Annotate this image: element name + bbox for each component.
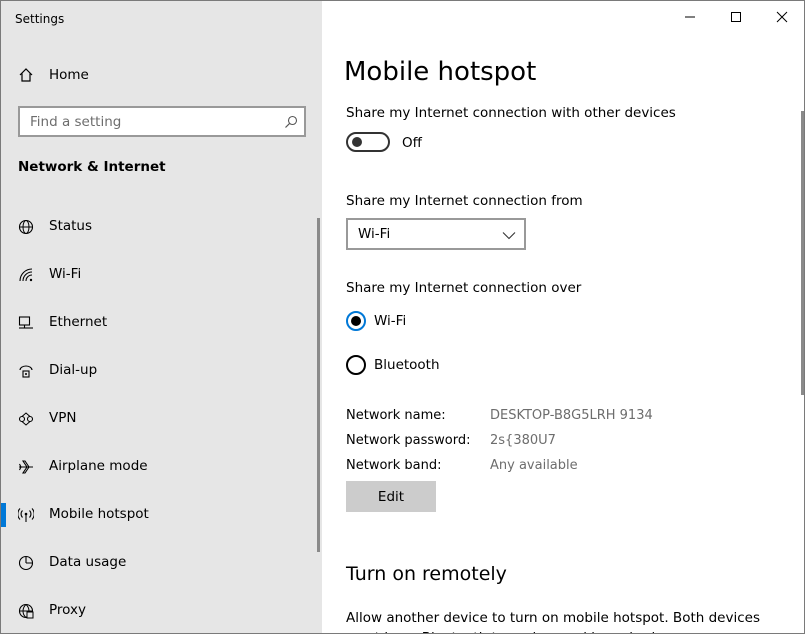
main-panel: Mobile hotspot Share my Internet connect…	[322, 1, 804, 633]
dropdown-value: Wi-Fi	[358, 226, 391, 242]
network-band-value: Any available	[490, 458, 578, 473]
sidebar-item-wifi[interactable]: Wi-Fi	[1, 253, 319, 297]
sidebar-item-label: Status	[49, 218, 93, 234]
minimize-icon	[685, 16, 695, 18]
maximize-icon	[731, 12, 741, 22]
wifi-icon	[19, 268, 33, 282]
home-label: Home	[49, 67, 89, 83]
globe-icon	[18, 219, 34, 235]
section-title: Network & Internet	[18, 159, 166, 175]
sidebar-scrollbar[interactable]	[317, 218, 320, 552]
sidebar-item-dialup[interactable]: Dial-up	[1, 349, 319, 393]
sidebar-item-label: Ethernet	[49, 314, 108, 330]
app-title: Settings	[15, 12, 65, 26]
network-password-label: Network password:	[346, 433, 471, 448]
share-from-dropdown[interactable]: Wi-Fi	[346, 218, 526, 250]
proxy-icon	[18, 603, 34, 619]
sidebar-item-data-usage[interactable]: Data usage	[1, 541, 319, 585]
sidebar-item-label: Mobile hotspot	[49, 506, 149, 522]
page-title: Mobile hotspot	[344, 57, 537, 87]
sidebar-item-label: Wi-Fi	[49, 266, 82, 282]
radio-wifi[interactable]	[346, 311, 366, 331]
hotspot-icon	[18, 508, 34, 522]
close-icon	[776, 11, 788, 23]
radio-bluetooth-label[interactable]: Bluetooth	[374, 357, 440, 373]
sidebar-item-label: Airplane mode	[49, 458, 148, 474]
close-button[interactable]	[759, 1, 804, 33]
toggle-knob	[352, 137, 362, 147]
share-from-label: Share my Internet connection from	[346, 193, 583, 209]
sidebar-item-mobile-hotspot[interactable]: Mobile hotspot	[1, 493, 319, 537]
sidebar-item-airplane-mode[interactable]: Airplane mode	[1, 445, 319, 489]
home-icon	[19, 68, 33, 82]
vpn-icon	[18, 412, 34, 426]
maximize-button[interactable]	[713, 1, 759, 33]
search-icon[interactable]	[284, 115, 298, 129]
radio-bluetooth[interactable]	[346, 355, 366, 375]
sidebar-item-label: Dial-up	[49, 362, 98, 378]
settings-window: Settings Home Network & Internet Status	[0, 0, 805, 634]
dialup-icon	[19, 365, 33, 378]
sidebar-item-label: VPN	[49, 410, 77, 426]
network-band-label: Network band:	[346, 458, 442, 473]
search-box[interactable]	[18, 106, 306, 137]
hotspot-toggle[interactable]	[346, 132, 390, 152]
sidebar-item-label: Data usage	[49, 554, 127, 570]
sidebar-item-label: Proxy	[49, 602, 86, 618]
remote-description: Allow another device to turn on mobile h…	[346, 610, 760, 633]
airplane-icon	[19, 460, 33, 474]
remote-title: Turn on remotely	[346, 563, 507, 585]
sidebar: Settings Home Network & Internet Status	[1, 1, 322, 633]
edit-button[interactable]: Edit	[346, 481, 436, 512]
sidebar-item-ethernet[interactable]: Ethernet	[1, 301, 319, 345]
network-password-value: 2s{380U7	[490, 433, 556, 448]
radio-wifi-label[interactable]: Wi-Fi	[374, 313, 406, 329]
main-scrollbar[interactable]	[801, 111, 804, 395]
network-name-value: DESKTOP-B8G5LRH 9134	[490, 408, 653, 423]
share-over-label: Share my Internet connection over	[346, 280, 582, 296]
chevron-down-icon	[502, 232, 516, 240]
minimize-button[interactable]	[667, 1, 713, 33]
ethernet-icon	[18, 316, 33, 329]
sidebar-item-vpn[interactable]: VPN	[1, 397, 319, 441]
toggle-state: Off	[402, 135, 422, 151]
data-usage-icon	[18, 555, 34, 571]
active-indicator	[1, 503, 6, 527]
share-label: Share my Internet connection with other …	[346, 105, 676, 121]
home-nav-item[interactable]: Home	[1, 59, 322, 91]
network-name-label: Network name:	[346, 408, 446, 423]
sidebar-item-status[interactable]: Status	[1, 205, 319, 249]
sidebar-item-proxy[interactable]: Proxy	[1, 589, 319, 633]
search-input[interactable]	[20, 108, 270, 135]
